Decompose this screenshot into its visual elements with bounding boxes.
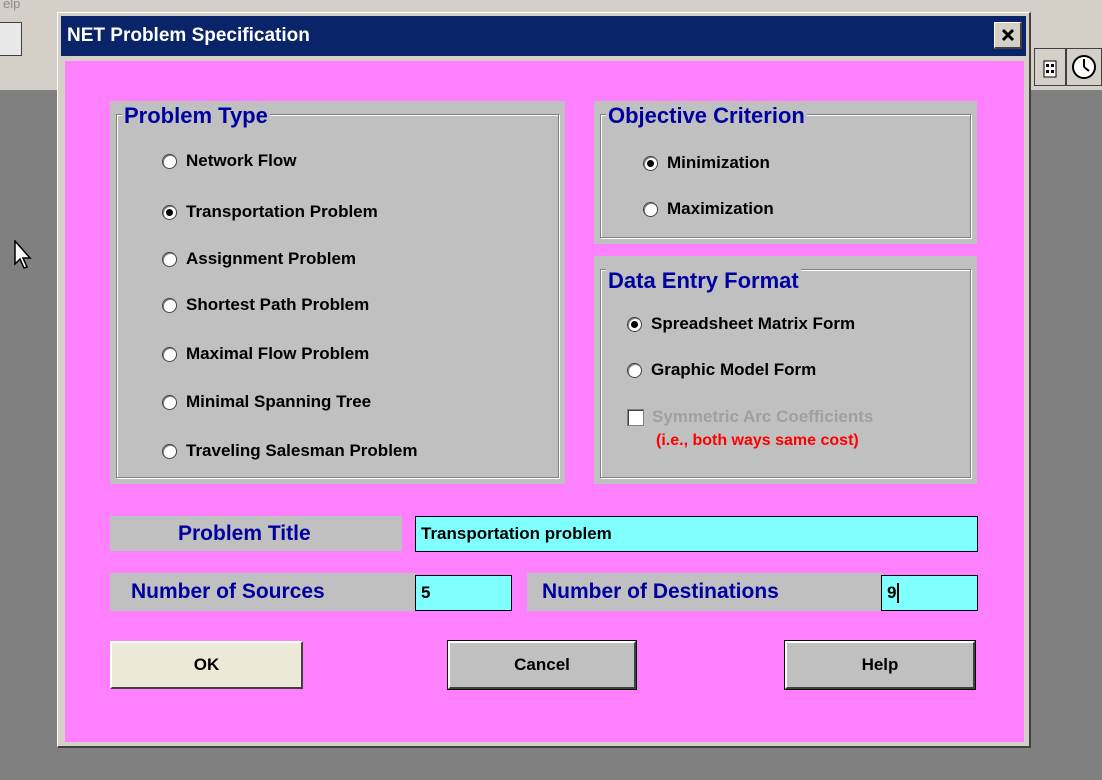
problem-title-label: Problem Title — [110, 516, 402, 551]
radio-icon — [162, 394, 177, 410]
option-minimal-spanning-tree[interactable]: Minimal Spanning Tree — [162, 392, 371, 412]
radio-icon — [162, 297, 177, 313]
background-toolbar-button[interactable] — [0, 22, 22, 56]
option-minimization[interactable]: Minimization — [643, 153, 770, 173]
radio-icon — [162, 346, 177, 362]
data-entry-format-title: Data Entry Format — [606, 268, 801, 294]
objective-criterion-title: Objective Criterion — [606, 103, 807, 129]
mouse-pointer-icon — [14, 239, 34, 275]
help-button[interactable]: Help — [784, 640, 976, 690]
symmetric-arc-checkbox[interactable]: Symmetric Arc Coefficients — [627, 407, 873, 427]
clock-icon[interactable] — [1066, 48, 1102, 86]
problem-type-group: Problem Type Network Flow Transportation… — [110, 101, 565, 484]
number-of-sources-input[interactable]: 5 — [415, 575, 512, 611]
option-maximization[interactable]: Maximization — [643, 199, 774, 219]
dialog-titlebar[interactable]: NET Problem Specification — [61, 16, 1026, 56]
problem-title-input[interactable]: Transportation problem — [415, 516, 978, 552]
radio-icon — [162, 153, 177, 169]
close-button[interactable] — [994, 22, 1022, 49]
radio-selected-icon — [643, 155, 658, 171]
background-help-menu[interactable]: elp — [3, 0, 20, 11]
option-shortest-path-problem[interactable]: Shortest Path Problem — [162, 295, 369, 315]
close-icon — [1001, 28, 1014, 42]
radio-selected-icon — [162, 204, 177, 220]
destinations-value: 9 — [887, 583, 897, 602]
option-spreadsheet-matrix-form[interactable]: Spreadsheet Matrix Form — [627, 314, 855, 334]
dialog-client-area: Problem Type Network Flow Transportation… — [65, 61, 1024, 742]
data-entry-format-group: Data Entry Format Spreadsheet Matrix For… — [594, 256, 977, 484]
symmetric-arc-label: Symmetric Arc Coefficients — [652, 407, 874, 426]
number-of-destinations-input[interactable]: 9 — [881, 575, 978, 611]
option-network-flow[interactable]: Network Flow — [162, 151, 297, 171]
problem-type-title: Problem Type — [122, 103, 270, 129]
cancel-button[interactable]: Cancel — [447, 640, 637, 690]
checkbox-icon — [627, 408, 644, 426]
ok-button[interactable]: OK — [110, 641, 303, 689]
option-maximal-flow-problem[interactable]: Maximal Flow Problem — [162, 344, 369, 364]
objective-criterion-group: Objective Criterion Minimization Maximiz… — [594, 101, 977, 244]
calculator-icon[interactable] — [1034, 48, 1066, 86]
radio-icon — [627, 362, 642, 378]
option-transportation-problem[interactable]: Transportation Problem — [162, 202, 378, 222]
text-caret — [897, 583, 900, 603]
radio-selected-icon — [627, 316, 642, 332]
radio-icon — [643, 201, 658, 217]
number-of-destinations-label: Number of Destinations — [527, 573, 883, 611]
option-traveling-salesman-problem[interactable]: Traveling Salesman Problem — [162, 441, 417, 461]
option-assignment-problem[interactable]: Assignment Problem — [162, 249, 356, 269]
net-problem-dialog: NET Problem Specification Problem Type N… — [57, 12, 1031, 748]
number-of-sources-label: Number of Sources — [110, 573, 415, 611]
dialog-title: NET Problem Specification — [67, 25, 310, 46]
radio-icon — [162, 443, 177, 459]
radio-icon — [162, 251, 177, 267]
option-graphic-model-form[interactable]: Graphic Model Form — [627, 360, 816, 380]
symmetric-arc-note: (i.e., both ways same cost) — [656, 432, 859, 449]
